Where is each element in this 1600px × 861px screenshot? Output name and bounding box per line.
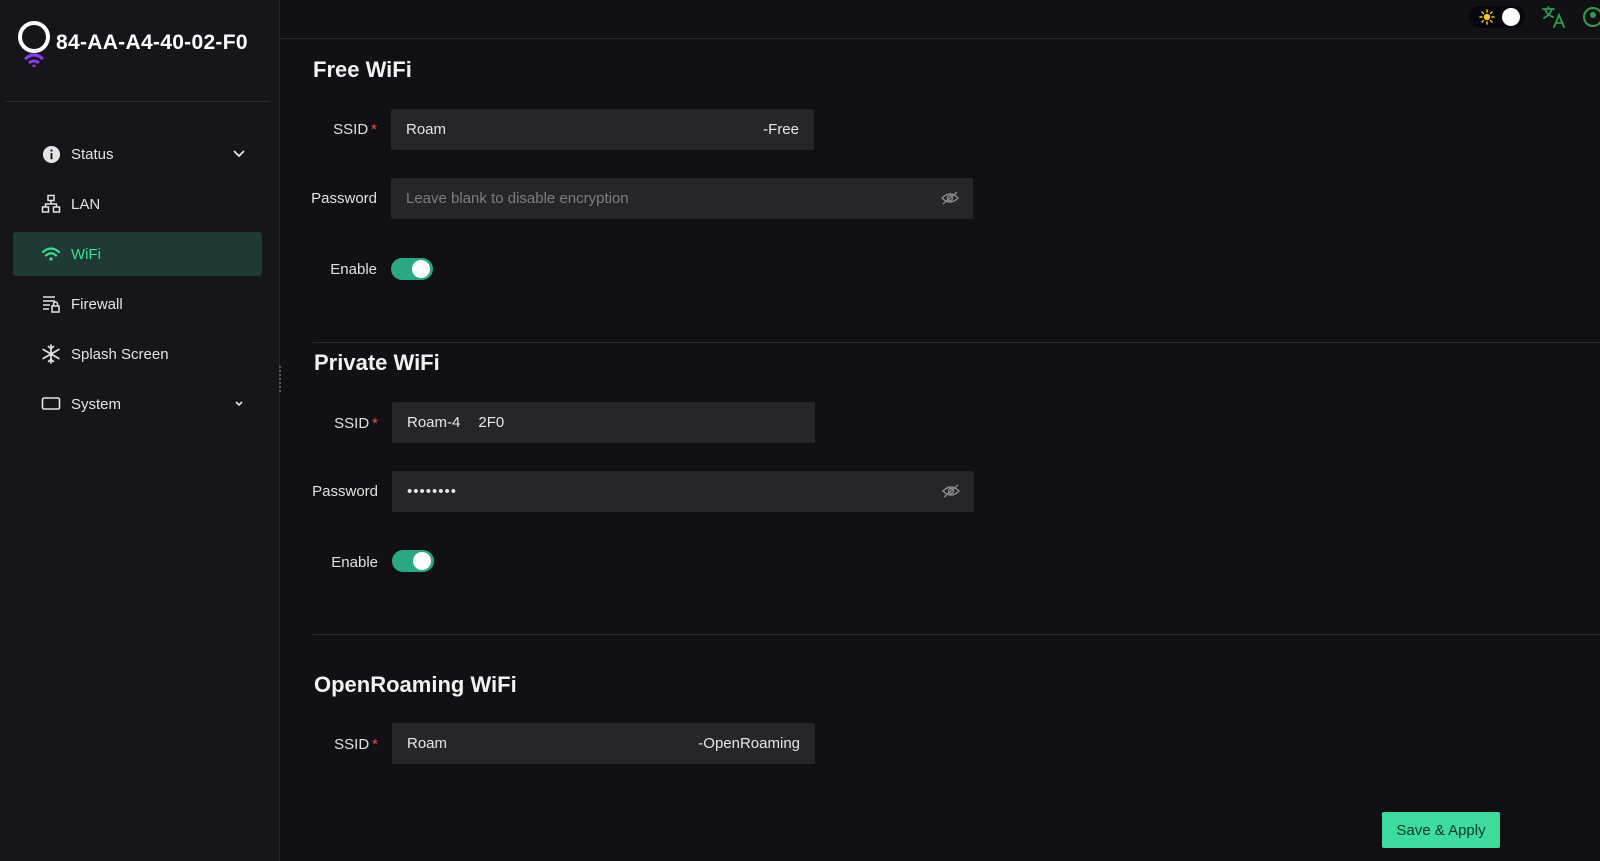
required-mark: * [372, 415, 378, 432]
openroaming-ssid-label: SSID * [334, 736, 378, 753]
wifi-icon [41, 244, 61, 264]
sidebar-item-label: System [71, 395, 122, 413]
openroaming-wifi-title: OpenRoaming WiFi [314, 672, 517, 697]
required-mark: * [372, 736, 378, 753]
sidebar-item-label: WiFi [71, 245, 101, 263]
private-password-label: Password [312, 483, 378, 500]
free-ssid-suffix: -Free [763, 121, 799, 138]
private-password-value: •••••••• [407, 483, 458, 500]
translate-icon[interactable] [1541, 4, 1567, 35]
sidebar-item-status[interactable]: Status [13, 132, 262, 176]
free-password-input[interactable]: Leave blank to disable encryption [391, 178, 973, 219]
theme-toggle[interactable] [1469, 6, 1525, 28]
toggle-knob [413, 552, 431, 570]
private-password-input[interactable]: •••••••• [392, 471, 974, 512]
monitor-icon [41, 394, 61, 414]
theme-toggle-knob [1502, 8, 1520, 26]
sidebar-item-system[interactable]: System [13, 382, 262, 426]
user-icon[interactable] [1583, 7, 1600, 32]
chevron-down-icon [232, 146, 246, 160]
snowflake-icon [41, 344, 61, 364]
divider [6, 101, 270, 102]
section-divider [313, 634, 1600, 635]
save-apply-button[interactable]: Save & Apply [1382, 812, 1500, 848]
eye-off-icon[interactable] [942, 483, 960, 503]
private-enable-label: Enable [331, 554, 378, 571]
openroaming-ssid-value: Roam [407, 735, 448, 752]
chevron-down-icon [232, 396, 246, 410]
free-enable-label: Enable [330, 261, 377, 278]
openroaming-ssid-input[interactable]: Roam -OpenRoaming [392, 723, 815, 764]
sidebar-resize-handle[interactable] [279, 366, 281, 392]
brand: 84-AA-A4-40-02-F0 [14, 18, 248, 68]
sidebar-item-label: Splash Screen [71, 345, 169, 363]
info-icon [41, 144, 61, 164]
sidebar: 84-AA-A4-40-02-F0 Status LAN WiFi Firewa… [0, 0, 280, 861]
free-password-label: Password [311, 190, 377, 207]
sidebar-item-splash-screen[interactable]: Splash Screen [13, 332, 262, 376]
sidebar-nav: Status LAN WiFi Firewall Splash Screen S… [13, 132, 262, 432]
sidebar-item-firewall[interactable]: Firewall [13, 282, 262, 326]
free-wifi-title: Free WiFi [313, 57, 412, 82]
sidebar-item-lan[interactable]: LAN [13, 182, 262, 226]
private-ssid-label: SSID * [334, 415, 378, 432]
private-wifi-title: Private WiFi [314, 350, 440, 375]
free-password-placeholder: Leave blank to disable encryption [406, 190, 629, 207]
sun-icon [1479, 9, 1495, 30]
device-name: 84-AA-A4-40-02-F0 [56, 31, 248, 54]
private-enable-toggle[interactable] [392, 550, 434, 572]
private-ssid-value: Roam-4 2F0 [407, 414, 505, 431]
sidebar-item-wifi[interactable]: WiFi [13, 232, 262, 276]
eye-off-icon[interactable] [941, 190, 959, 210]
free-ssid-input[interactable]: Roam -Free [391, 109, 814, 150]
firewall-icon [41, 294, 61, 314]
free-ssid-value: Roam [406, 121, 447, 138]
private-ssid-input[interactable]: Roam-4 2F0 [392, 402, 815, 443]
network-icon [41, 194, 61, 214]
sidebar-item-label: Status [71, 145, 114, 163]
toggle-knob [412, 260, 430, 278]
openroaming-ssid-suffix: -OpenRoaming [698, 735, 800, 752]
free-enable-toggle[interactable] [391, 258, 433, 280]
section-divider [313, 342, 1600, 343]
logo-icon [14, 19, 54, 68]
free-ssid-label: SSID * [333, 121, 377, 138]
required-mark: * [371, 121, 377, 138]
sidebar-item-label: LAN [71, 195, 101, 213]
sidebar-item-label: Firewall [71, 295, 123, 313]
topbar [281, 0, 1600, 39]
